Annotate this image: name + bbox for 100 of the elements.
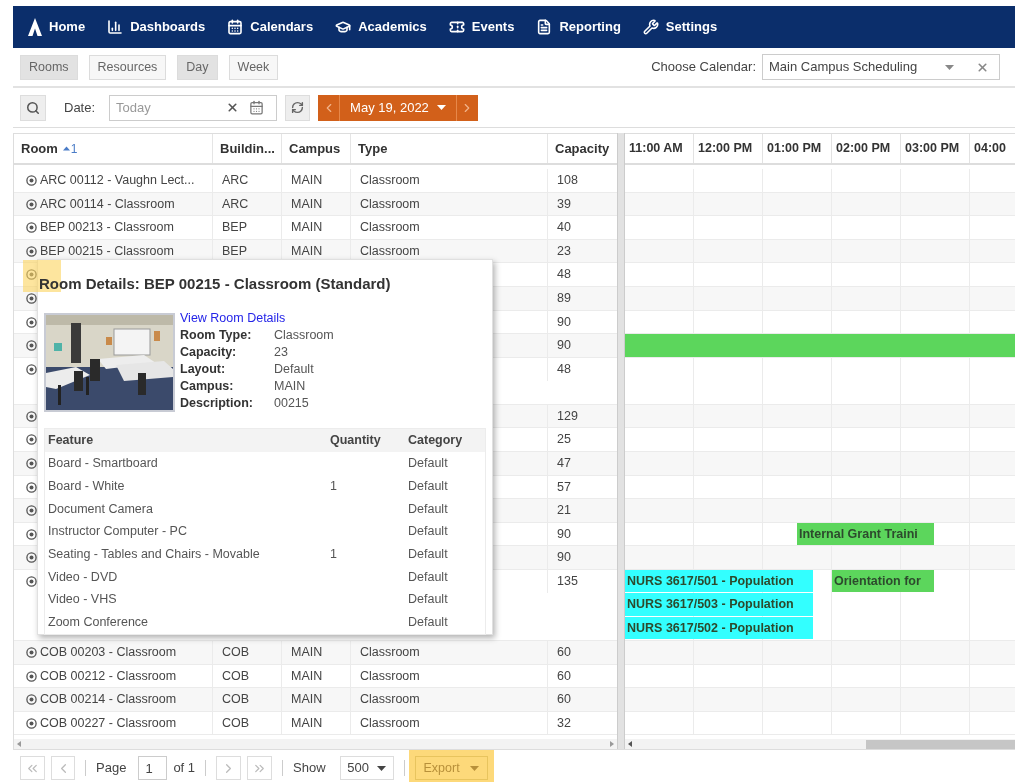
bar-chart-icon[interactable] [107, 19, 124, 35]
view-room-details-link[interactable]: View Room Details [180, 308, 334, 328]
scroll-left-icon[interactable] [628, 741, 632, 747]
nav-link[interactable]: Reporting [559, 17, 621, 37]
room-cell: ARC 00114 - Classroom [40, 196, 175, 212]
feature-cell: Video - VHS [48, 592, 117, 607]
category-cell-text: Default [408, 477, 448, 495]
feature-cell: Board - White [48, 478, 125, 493]
target-icon[interactable] [26, 198, 37, 210]
type-cell: Classroom [360, 644, 420, 660]
target-icon[interactable] [26, 457, 37, 469]
capacity-cell: 39 [557, 196, 571, 212]
view-tab[interactable]: Rooms [20, 54, 78, 80]
quantity-cell: 1 [330, 478, 337, 493]
date-field[interactable]: Today [109, 94, 278, 121]
ticket-icon[interactable] [448, 19, 465, 35]
search-icon[interactable] [26, 100, 40, 115]
target-icon[interactable] [26, 340, 37, 352]
column-header[interactable]: Buildin... [213, 134, 282, 163]
target-icon[interactable] [26, 245, 37, 257]
feature-column-header: Feature [47, 432, 95, 450]
target-icon[interactable] [26, 694, 37, 706]
table-row[interactable]: COB 00203 - Classroom COB MAIN Classroom 60 [14, 640, 617, 665]
target-icon[interactable] [26, 222, 37, 234]
page-size-select[interactable]: 500 [339, 756, 394, 780]
search-button[interactable] [20, 94, 46, 121]
target-icon[interactable] [26, 552, 37, 564]
nav-link[interactable]: Home [49, 17, 86, 37]
target-icon[interactable] [26, 646, 37, 658]
capacity-cell: 60 [557, 644, 571, 660]
detail-label: Description: [180, 395, 254, 413]
target-icon[interactable] [26, 505, 37, 517]
target-icon[interactable] [26, 316, 37, 328]
column-header[interactable]: Room 1 [14, 134, 213, 163]
target-icon[interactable] [26, 528, 37, 540]
clear-icon[interactable] [976, 60, 989, 74]
table-row[interactable]: BEP 00213 - Classroom BEP MAIN Classroom 40 [14, 216, 617, 240]
room-cell: ARC 00112 - Vaughn Lect... [40, 173, 195, 188]
calendar-icon[interactable] [227, 19, 244, 35]
campus-cell: MAIN [291, 692, 323, 708]
capacity-cell: 135 [557, 573, 578, 589]
target-icon[interactable] [26, 717, 37, 729]
wrench-icon[interactable] [642, 19, 659, 35]
capacity-cell: 90 [557, 550, 571, 566]
type-cell: Classroom [360, 196, 420, 212]
detail-value: Classroom [274, 327, 334, 345]
capacity-cell: 89 [557, 290, 571, 306]
view-tab[interactable]: Resources [88, 54, 167, 80]
target-icon[interactable] [26, 363, 37, 375]
capacity-cell: 40 [557, 220, 571, 236]
nav-link[interactable]: Academics [358, 17, 427, 37]
refresh-icon[interactable] [291, 101, 305, 114]
calendar-event[interactable]: Orientation for [832, 569, 934, 593]
page-field[interactable]: 1 [138, 756, 168, 780]
table-row[interactable]: COB 00227 - Classroom COB MAIN Classroom 32 [14, 711, 617, 736]
refresh-button[interactable] [285, 94, 311, 121]
view-tab[interactable]: Week [228, 54, 279, 80]
column-header[interactable]: Campus [282, 134, 351, 163]
calendar-event[interactable]: NURS 3617/501 - Population [625, 569, 813, 593]
calendar-select[interactable]: Main Campus Scheduling [762, 54, 1000, 80]
nav-link[interactable]: Events [471, 17, 515, 37]
target-icon[interactable] [26, 410, 37, 422]
table-row[interactable]: ARC 00112 - Vaughn Lect... ARC MAIN Classroom 108 [14, 169, 617, 193]
capacity-cell: 90 [557, 526, 571, 542]
nav-link[interactable]: Settings [665, 17, 718, 37]
room-cell: COB 00214 - Classroom [40, 692, 177, 708]
nav-link[interactable]: Dashboards [130, 17, 206, 37]
feature-cell: Board - Smartboard [48, 456, 158, 471]
logo-icon[interactable] [28, 18, 42, 36]
feature-column-header: Category [408, 432, 463, 450]
calendar-event[interactable]: Internal Grant Traini [797, 522, 934, 546]
target-icon[interactable] [26, 175, 37, 186]
table-row[interactable]: COB 00212 - Classroom COB MAIN Classroom 60 [14, 664, 617, 689]
category-cell-text: Default [408, 545, 448, 563]
table-row[interactable]: COB 00214 - Classroom COB MAIN Classroom 60 [14, 688, 617, 712]
scroll-right-icon[interactable] [610, 741, 614, 747]
capacity-cell: 129 [557, 408, 578, 424]
table-row[interactable]: ARC 00114 - Classroom ARC MAIN Classroom 39 [14, 192, 617, 217]
show-label: Show [293, 759, 326, 778]
document-icon[interactable] [536, 19, 553, 35]
horizontal-scrollbar[interactable] [14, 739, 617, 749]
target-icon[interactable] [26, 481, 37, 493]
target-icon[interactable] [26, 434, 37, 446]
scrollbar-thumb[interactable] [866, 739, 1015, 749]
feature-cell: Video - DVD [48, 569, 118, 584]
horizontal-scrollbar[interactable] [625, 739, 1015, 749]
type-cell: Classroom [360, 692, 420, 708]
view-tab[interactable]: Day [177, 54, 218, 80]
date-input[interactable]: Today [116, 97, 217, 118]
target-icon[interactable] [26, 575, 37, 587]
target-icon[interactable] [26, 292, 37, 304]
calendar-event[interactable]: NURS 3617/503 - Population [625, 593, 813, 616]
time-header: 01:00 PM [763, 134, 832, 163]
column-header[interactable]: Type [351, 134, 548, 163]
capacity-cell: 32 [557, 715, 571, 731]
calendar-event[interactable]: NURS 3617/502 - Population [625, 616, 813, 640]
campus-cell: MAIN [291, 173, 323, 188]
graduation-cap-icon[interactable] [335, 19, 352, 35]
target-icon[interactable] [26, 670, 37, 682]
nav-link[interactable]: Calendars [250, 17, 314, 37]
